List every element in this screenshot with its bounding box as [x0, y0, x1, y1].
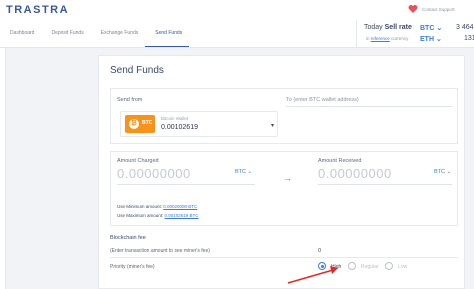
annotation-arrow: [287, 266, 338, 284]
